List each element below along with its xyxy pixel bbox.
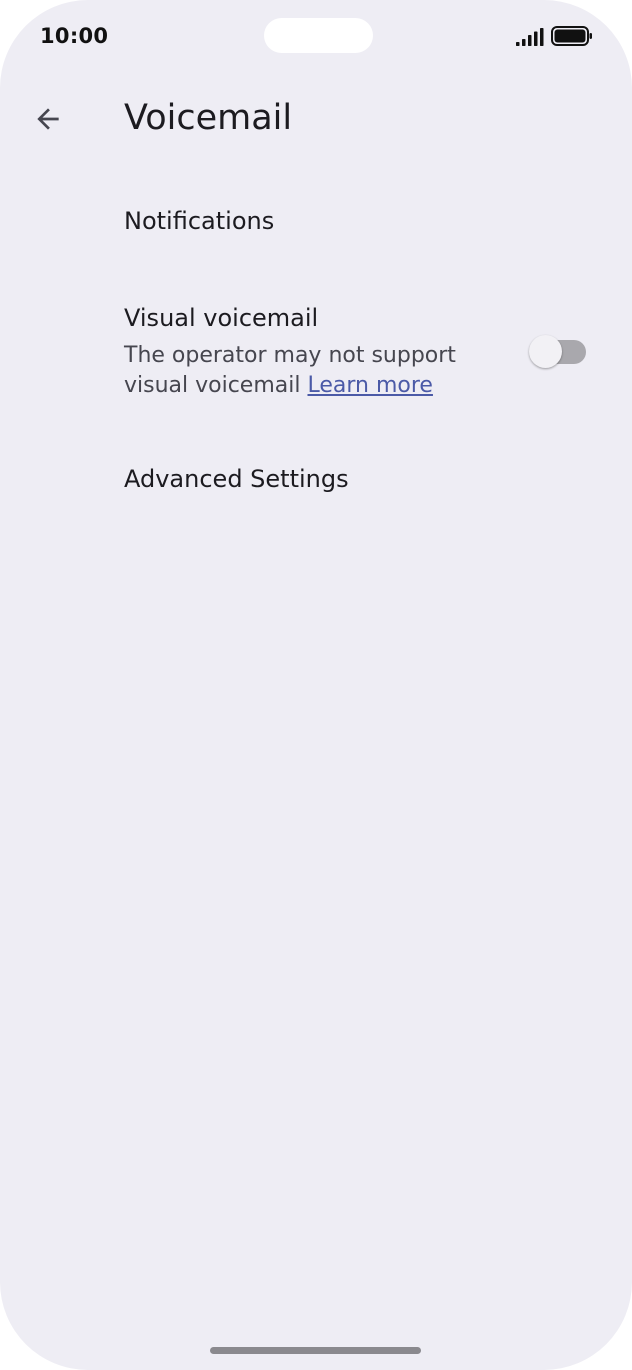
arrow-back-icon [37,108,59,130]
visual-voicemail-toggle[interactable] [528,335,588,369]
status-time: 10:00 [40,24,109,48]
camera-cutout [264,18,373,53]
learn-more-link[interactable]: Learn more [307,373,432,398]
phone-screen: 10:00 Voicemail Notifications Visual voi… [0,0,632,1370]
notifications-setting[interactable]: Notifications [0,180,632,264]
page-title: Voicemail [124,98,293,138]
visual-voicemail-summary: The operator may not support visual voic… [124,341,504,401]
visual-voicemail-title: Visual voicemail [124,304,319,332]
signal-icon [516,28,544,46]
toggle-thumb [529,335,562,368]
home-indicator[interactable] [210,1347,421,1354]
notifications-title: Notifications [124,207,275,235]
advanced-settings-setting[interactable]: Advanced Settings [0,436,632,524]
back-button[interactable] [24,95,72,143]
battery-icon [551,26,592,46]
status-bar: 10:00 [0,0,632,72]
advanced-settings-title: Advanced Settings [124,465,349,493]
